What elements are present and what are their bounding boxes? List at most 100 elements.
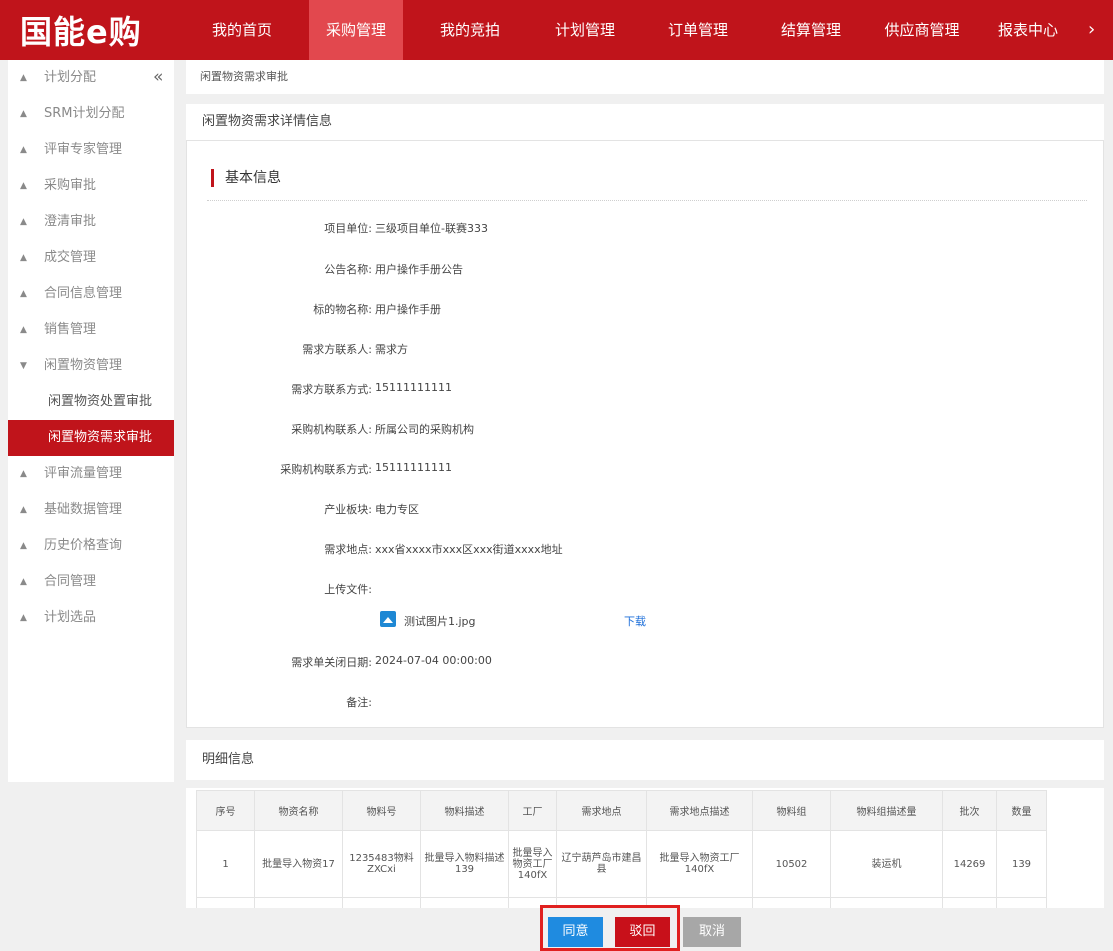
sidebar-item-label: 闲置物资处置审批 — [48, 394, 153, 409]
detail-section-title: 明细信息 — [186, 740, 1104, 780]
column-header: 物料描述 — [420, 790, 509, 831]
field-label: 产业板块: — [324, 503, 372, 516]
triangle-up-icon: ▲ — [20, 109, 27, 119]
sidebar-item-label: 历史价格查询 — [44, 538, 123, 553]
column-header: 需求地点 — [556, 790, 647, 831]
column-header: 序号 — [196, 790, 255, 831]
sidebar-item-contract-info[interactable]: ▲ 合同信息管理 — [8, 276, 174, 312]
sidebar-item-srm-plan[interactable]: ▲ SRM计划分配 — [8, 96, 174, 132]
table-cell: 1235483物料ZXCxi — [342, 830, 421, 898]
nav-item-reports[interactable]: 报表中心 — [985, 0, 1071, 60]
brand-logo[interactable]: 国能e购 — [20, 4, 142, 56]
triangle-up-icon: ▲ — [20, 505, 27, 515]
field-label: 备注: — [346, 696, 372, 709]
field-value: 用户操作手册 — [375, 303, 441, 316]
sidebar-item-label: 成交管理 — [44, 250, 97, 265]
table-cell: 装运机 — [830, 830, 943, 898]
triangle-down-icon: ▼ — [20, 361, 27, 371]
nav-item-supplier[interactable]: 供应商管理 — [872, 0, 972, 60]
column-header: 物料组描述量 — [830, 790, 943, 831]
triangle-up-icon: ▲ — [20, 253, 27, 263]
field-label: 项目单位: — [324, 222, 372, 235]
field-label: 标的物名称: — [313, 303, 372, 316]
download-link[interactable]: 下载 — [624, 613, 646, 629]
table-cell: 批量导入物资工厂140fX — [646, 830, 753, 898]
detail-table: 序号 物资名称 物料号 物料描述 工厂 需求地点 需求地点描述 物料组 物料组描… — [196, 790, 1047, 912]
sidebar-item-label: 评审专家管理 — [44, 142, 123, 157]
field-value: 15111111111 — [375, 381, 452, 394]
field-value: 三级项目单位-联赛333 — [375, 222, 488, 235]
sidebar-item-review-flow[interactable]: ▲ 评审流量管理 — [8, 456, 174, 492]
field-label: 采购机构联系方式: — [280, 463, 372, 476]
sidebar-item-clarify-approval[interactable]: ▲ 澄清审批 — [8, 204, 174, 240]
nav-item-order[interactable]: 订单管理 — [655, 0, 741, 60]
column-header: 物料组 — [752, 790, 831, 831]
sidebar-item-label: 计划选品 — [44, 610, 97, 625]
column-header: 需求地点描述 — [646, 790, 753, 831]
field-label: 需求方联系方式: — [291, 383, 372, 396]
column-header: 数量 — [996, 790, 1047, 831]
sidebar-item-expert[interactable]: ▲ 评审专家管理 — [8, 132, 174, 168]
sidebar-item-base-data[interactable]: ▲ 基础数据管理 — [8, 492, 174, 528]
field-label: 采购机构联系人: — [291, 423, 372, 436]
field-value: 电力专区 — [375, 503, 419, 516]
nav-item-settlement[interactable]: 结算管理 — [768, 0, 854, 60]
table-cell: 批量导入物资工厂140fX — [508, 830, 557, 898]
sidebar-item-deal[interactable]: ▲ 成交管理 — [8, 240, 174, 276]
field-label: 需求单关闭日期: — [291, 656, 372, 669]
nav-item-home[interactable]: 我的首页 — [202, 0, 282, 60]
sidebar-item-purchase-approval[interactable]: ▲ 采购审批 — [8, 168, 174, 204]
sidebar-item-label: 计划分配 — [44, 70, 97, 85]
triangle-up-icon: ▲ — [20, 73, 27, 83]
table-cell: 批量导入物资17 — [254, 830, 343, 898]
sidebar-item-label: 闲置物资需求审批 — [48, 430, 153, 445]
basic-info-card: 基本信息 项目单位: 三级项目单位-联赛333 公告名称: 用户操作手册公告 标… — [186, 140, 1104, 728]
double-chevron-left-icon[interactable]: « — [153, 60, 163, 96]
sidebar-item-label: 合同信息管理 — [44, 286, 123, 301]
sidebar-item-label: 评审流量管理 — [44, 466, 123, 481]
column-header: 物资名称 — [254, 790, 343, 831]
sidebar-item-idle-materials[interactable]: ▼ 闲置物资管理 — [8, 348, 174, 384]
field-value: xxx省xxxx市xxx区xxx街道xxxx地址 — [375, 543, 563, 556]
table-cell: 139 — [996, 830, 1047, 898]
field-value: 15111111111 — [375, 461, 452, 474]
sidebar-item-sales[interactable]: ▲ 销售管理 — [8, 312, 174, 348]
sidebar-item-idle-disposal[interactable]: 闲置物资处置审批 — [8, 384, 174, 420]
sidebar-item-label: 基础数据管理 — [44, 502, 123, 517]
field-value: 用户操作手册公告 — [375, 263, 463, 276]
cancel-button[interactable]: 取消 — [683, 917, 741, 947]
field-label: 上传文件: — [324, 583, 372, 596]
sidebar-item-price-history[interactable]: ▲ 历史价格查询 — [8, 528, 174, 564]
table-header-row: 序号 物资名称 物料号 物料描述 工厂 需求地点 需求地点描述 物料组 物料组描… — [196, 790, 1047, 831]
column-header: 批次 — [942, 790, 997, 831]
section-title: 基本信息 — [225, 170, 281, 186]
sidebar-item-label: 销售管理 — [44, 322, 97, 337]
field-label: 需求地点: — [324, 543, 372, 556]
triangle-up-icon: ▲ — [20, 613, 27, 623]
triangle-up-icon: ▲ — [20, 325, 27, 335]
page-title: 闲置物资需求详情信息 — [186, 104, 1104, 140]
field-value: 所属公司的采购机构 — [375, 423, 474, 436]
nav-item-plan[interactable]: 计划管理 — [542, 0, 628, 60]
table-cell: 1 — [196, 830, 255, 898]
sidebar-item-label: 采购审批 — [44, 178, 97, 193]
table-cell: 批量导入物料描述139 — [420, 830, 509, 898]
nav-item-procurement[interactable]: 采购管理 — [309, 0, 403, 60]
highlight-box — [540, 905, 680, 951]
file-name[interactable]: 测试图片1.jpg — [404, 613, 476, 629]
field-value: 需求方 — [375, 343, 408, 356]
sidebar-item-contract[interactable]: ▲ 合同管理 — [8, 564, 174, 600]
sidebar-item-idle-demand[interactable]: 闲置物资需求审批 — [8, 420, 174, 456]
sidebar-item-plan-selection[interactable]: ▲ 计划选品 — [8, 600, 174, 636]
nav-item-my-auction[interactable]: 我的竞拍 — [427, 0, 513, 60]
triangle-up-icon: ▲ — [20, 289, 27, 299]
triangle-up-icon: ▲ — [20, 181, 27, 191]
sidebar-item-label: SRM计划分配 — [44, 106, 125, 121]
field-value: 2024-07-04 00:00:00 — [375, 654, 492, 667]
triangle-up-icon: ▲ — [20, 145, 27, 155]
table-cell: 14269 — [942, 830, 997, 898]
sidebar: ▲ 计划分配 « ▲ SRM计划分配 ▲ 评审专家管理 ▲ 采购审批 ▲ 澄清审… — [8, 60, 174, 782]
sidebar-item-plan-allocation[interactable]: ▲ 计划分配 « — [8, 60, 174, 96]
table-row[interactable]: 1 批量导入物资17 1235483物料ZXCxi 批量导入物料描述139 批量… — [196, 830, 1047, 898]
chevron-right-icon[interactable]: › — [1088, 0, 1095, 60]
